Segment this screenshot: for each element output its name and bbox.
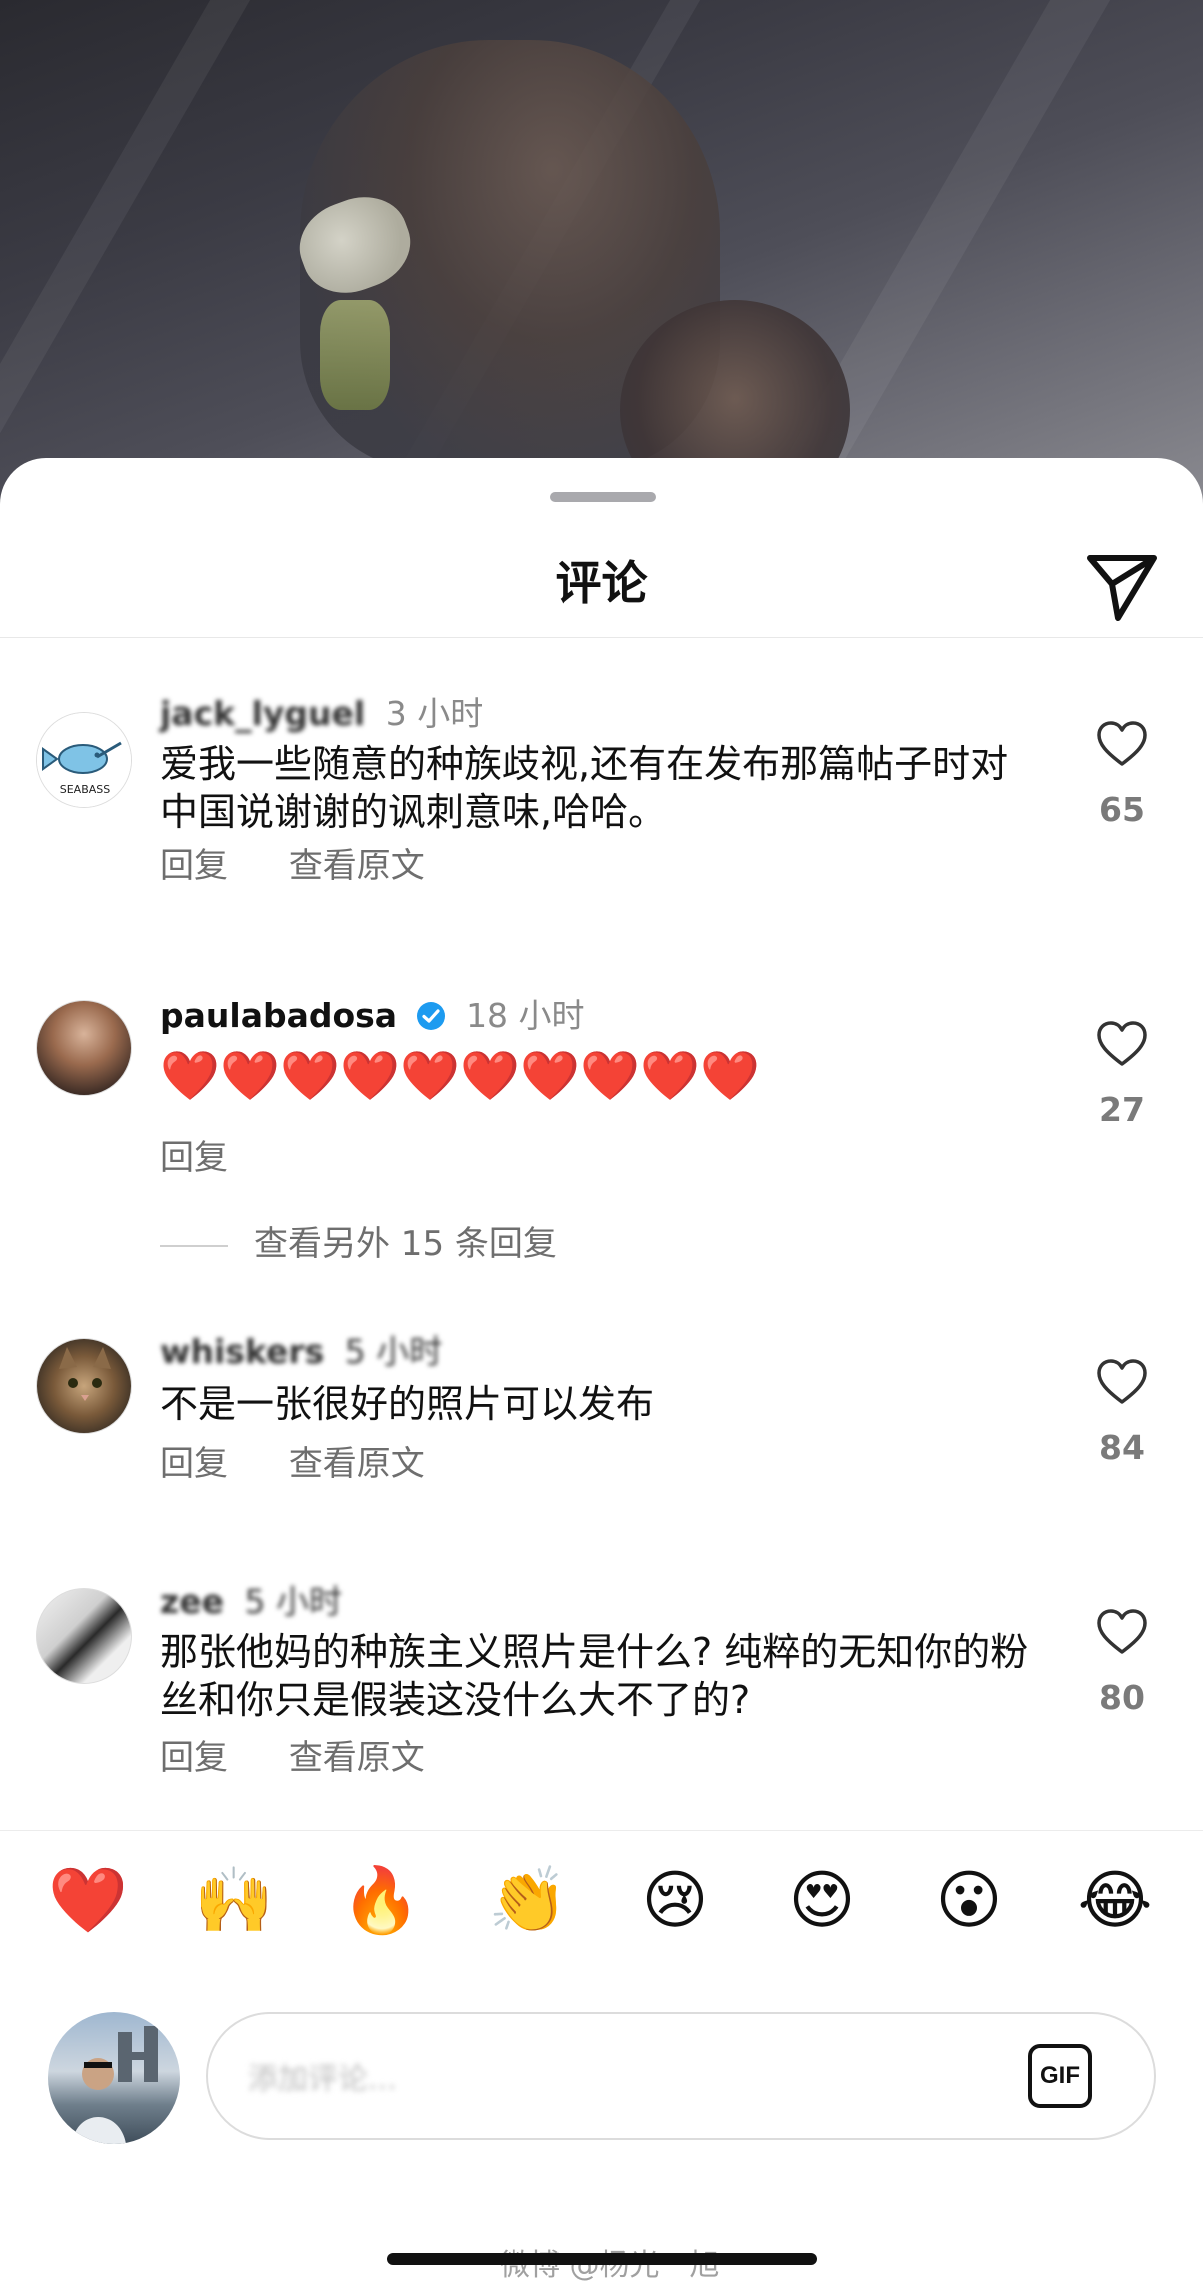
heart-emoji: ❤️: [520, 1048, 582, 1104]
emoji-fire-button[interactable]: 🔥: [341, 1861, 421, 1941]
cat-icon: [59, 1347, 111, 1401]
home-indicator: [387, 2253, 817, 2265]
comment-text: 爱我一些随意的种族歧视,还有在发布那篇帖子时对中国说谢谢的讽刺意味,哈哈。: [160, 742, 1009, 834]
comment-meta: paulabadosa 18 小时: [160, 996, 585, 1036]
avatar[interactable]: [36, 1338, 132, 1434]
post-photo: [0, 0, 1203, 520]
heart-outline-icon: [1097, 1609, 1147, 1654]
reply-button[interactable]: 回复: [160, 1738, 228, 1778]
avatar[interactable]: [36, 1588, 132, 1684]
like-count: 80: [1099, 1678, 1145, 1717]
heart-emoji: ❤️: [160, 1048, 222, 1104]
heart-emoji: ❤️: [280, 1048, 342, 1104]
emoji-heart-button[interactable]: ❤️: [48, 1861, 128, 1941]
comment-meta: jack_lyguel 3 小时: [160, 694, 483, 734]
comment-hearts: ❤️❤️❤️❤️❤️❤️❤️❤️❤️❤️: [160, 1048, 760, 1104]
comment-input-placeholder: 添加评论...: [248, 2062, 397, 2097]
comment-meta: zee 5 小时: [160, 1582, 342, 1622]
reply-button[interactable]: 回复: [160, 1138, 228, 1178]
avatar[interactable]: [36, 1000, 132, 1096]
seabass-logo-icon: SEABASS: [37, 713, 131, 807]
like-button[interactable]: 65: [1092, 720, 1152, 829]
avatar[interactable]: SEABASS: [36, 712, 132, 808]
like-button[interactable]: 80: [1092, 1608, 1152, 1717]
reply-thread-line: [160, 1244, 228, 1247]
emoji-quick-bar: ❤️ 🙌 🔥 👏 😢 😍 😮 😂: [0, 1830, 1203, 1980]
heart-emoji: ❤️: [700, 1048, 762, 1104]
heart-emoji: ❤️: [580, 1048, 642, 1104]
comment-meta: whiskers 5 小时: [160, 1332, 442, 1372]
view-more-replies-label: 查看另外 15 条回复: [254, 1224, 557, 1264]
like-count: 27: [1099, 1090, 1145, 1129]
profile-photo-icon: [72, 2026, 158, 2144]
see-translation-button[interactable]: 查看原文: [289, 1738, 425, 1778]
comment-actions: 回复 查看原文: [160, 1730, 475, 1779]
comment-composer: 添加评论... GIF: [0, 1998, 1203, 2158]
heart-outline-icon: [1097, 1359, 1147, 1404]
gif-button[interactable]: GIF: [1028, 2044, 1092, 2108]
like-count: 65: [1099, 790, 1145, 829]
heart-emoji: ❤️: [340, 1048, 402, 1104]
see-translation-button[interactable]: 查看原文: [289, 846, 425, 886]
comment-username[interactable]: whiskers: [160, 1332, 324, 1371]
reply-button[interactable]: 回复: [160, 1444, 228, 1484]
like-count: 84: [1099, 1428, 1145, 1467]
comment-text: 不是一张很好的照片可以发布: [160, 1382, 655, 1426]
heart-outline-icon: [1097, 721, 1147, 766]
emoji-heart-eyes-button[interactable]: 😍: [782, 1861, 862, 1941]
photo-decoration: [0, 0, 262, 520]
sheet-title: 评论: [555, 556, 648, 610]
heart-outline-icon: [1097, 1021, 1147, 1066]
comment-actions: 回复 查看原文: [160, 838, 475, 887]
comment-time: 18 小时: [466, 996, 585, 1035]
heart-emoji: ❤️: [220, 1048, 282, 1104]
verified-badge-icon: [416, 1002, 445, 1030]
comment-actions: 回复: [160, 1130, 278, 1179]
view-more-replies-button[interactable]: 查看另外 15 条回复: [160, 1216, 557, 1265]
current-user-avatar: [48, 2012, 180, 2144]
emoji-raised-hands-button[interactable]: 🙌: [194, 1861, 274, 1941]
photo-bottle: [320, 300, 390, 410]
emoji-laughing-button[interactable]: 😂: [1075, 1861, 1155, 1941]
sheet-header: 评论: [0, 528, 1203, 638]
comment-text: 那张他妈的种族主义照片是什么? 纯粹的无知你的粉丝和你只是假装这没什么大不了的?: [160, 1630, 1029, 1722]
like-button[interactable]: 84: [1092, 1358, 1152, 1467]
send-icon[interactable]: [1082, 544, 1162, 624]
comment-input[interactable]: 添加评论... GIF: [206, 2012, 1156, 2140]
heart-emoji: ❤️: [640, 1048, 702, 1104]
heart-emoji: ❤️: [460, 1048, 522, 1104]
reply-button[interactable]: 回复: [160, 846, 228, 886]
like-button[interactable]: 27: [1092, 1020, 1152, 1129]
emoji-clap-button[interactable]: 👏: [488, 1861, 568, 1941]
comment-username[interactable]: paulabadosa: [160, 996, 397, 1035]
comment-time: 5 小时: [244, 1582, 342, 1621]
emoji-crying-button[interactable]: 😢: [635, 1861, 715, 1941]
heart-emoji: ❤️: [400, 1048, 462, 1104]
comment-username[interactable]: jack_lyguel: [160, 694, 365, 733]
comment-username[interactable]: zee: [160, 1582, 224, 1621]
comment-time: 5 小时: [344, 1332, 443, 1371]
comment-actions: 回复 查看原文: [160, 1436, 475, 1485]
svg-text:SEABASS: SEABASS: [60, 783, 111, 796]
comment-time: 3 小时: [385, 694, 484, 733]
see-translation-button[interactable]: 查看原文: [289, 1444, 425, 1484]
sheet-drag-handle[interactable]: [550, 492, 656, 502]
emoji-surprised-button[interactable]: 😮: [929, 1861, 1009, 1941]
comments-sheet: 评论 SEABASS jack_lyguel 3 小时 爱我一些随意的种族歧视,…: [0, 458, 1203, 2293]
